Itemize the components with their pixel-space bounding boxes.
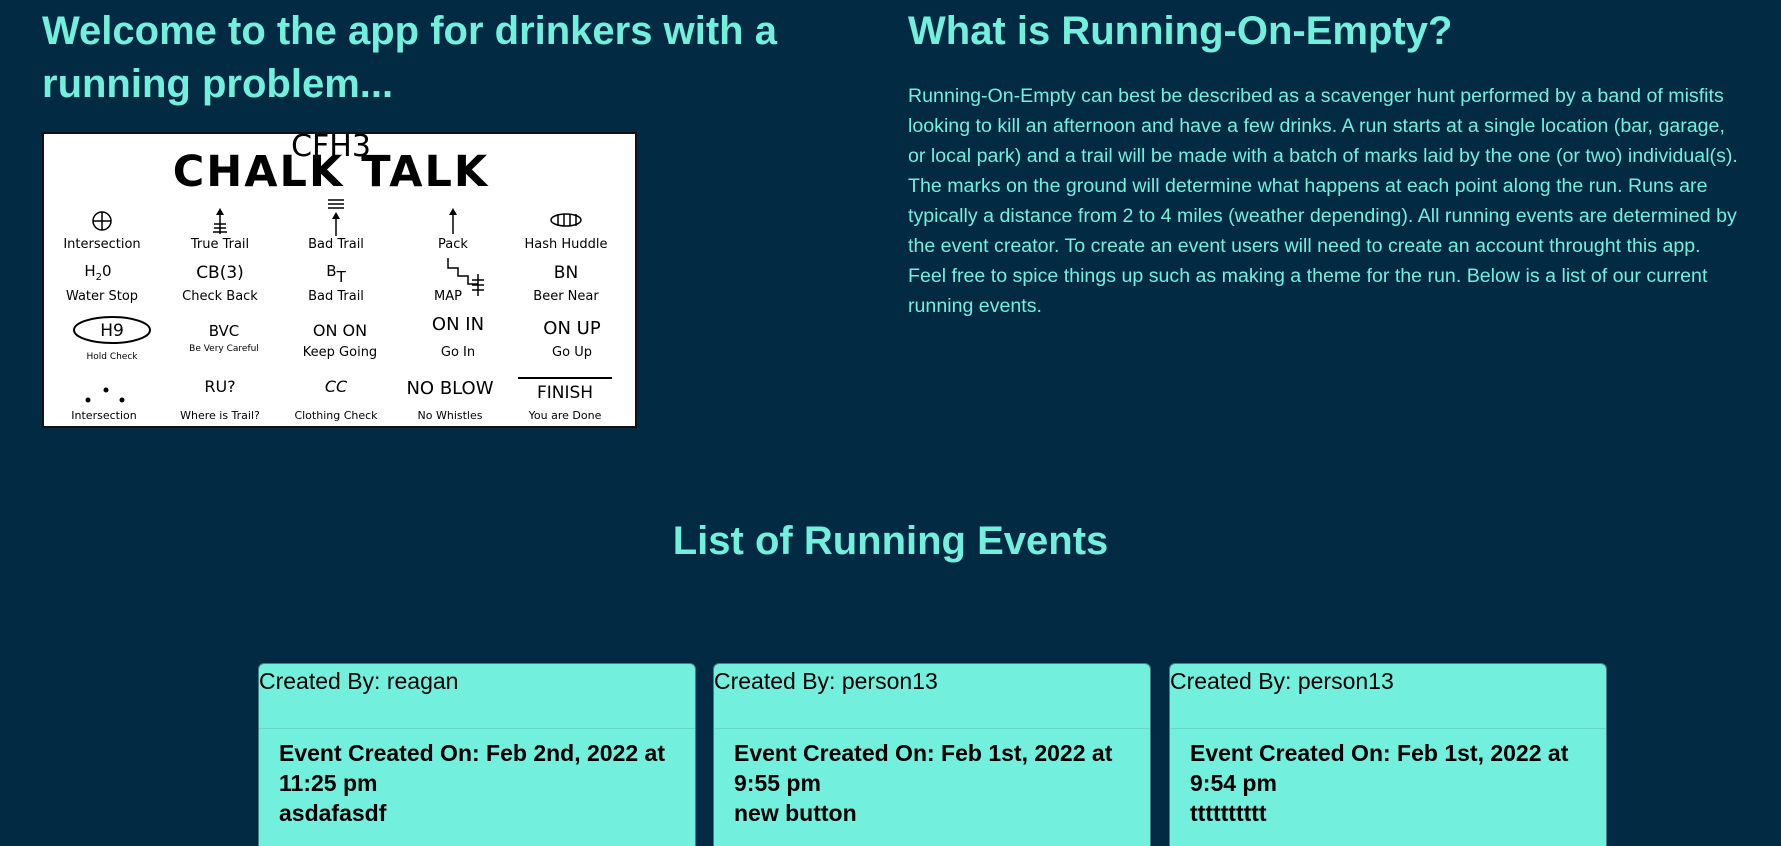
mark-symbol: BT xyxy=(326,262,346,286)
card-event-name: tttttttttt xyxy=(1190,800,1267,826)
mark-label: Keep Going xyxy=(303,345,377,360)
mark-label: No Whistles xyxy=(418,409,483,422)
mark-symbol: BVC xyxy=(209,322,240,340)
card-created-on: Event Created On: Feb 2nd, 2022 at 11:25… xyxy=(279,740,666,796)
mark-label: Go Up xyxy=(552,345,592,360)
chalk-title: CHALK TALK xyxy=(173,147,490,197)
chalk-talk-image: CFH3 CHALK TALK Intersection True Trail … xyxy=(42,129,637,428)
mark-symbol: H20 xyxy=(84,262,111,283)
mark-symbol: NO BLOW xyxy=(406,378,493,399)
mark-label: MAP xyxy=(434,289,462,304)
mark-symbol: BN xyxy=(554,263,578,283)
mark-symbol: ON UP xyxy=(543,318,601,339)
events-title: List of Running Events xyxy=(672,519,1109,563)
mark-label: Check Back xyxy=(182,289,258,304)
welcome-title: Welcome to the app for drinkers with a r… xyxy=(42,9,777,106)
mark-label: Bad Trail xyxy=(308,237,364,252)
mark-symbol: H9 xyxy=(100,321,124,341)
page: Welcome to the app for drinkers with a r… xyxy=(0,0,1781,846)
card-event-name: new button xyxy=(734,800,857,826)
mark-symbol: RU? xyxy=(204,377,235,396)
welcome-section: Welcome to the app for drinkers with a r… xyxy=(42,0,862,428)
mark-label: Pack xyxy=(438,237,468,252)
card-body: Event Created On: Feb 1st, 2022 at 9:55 … xyxy=(714,664,1150,828)
mark-symbol: CB(3) xyxy=(196,263,244,283)
card-created-on: Event Created On: Feb 1st, 2022 at 9:54 … xyxy=(1190,740,1569,796)
mark-label: Be Very Careful xyxy=(189,344,259,354)
mark-label: Go In xyxy=(441,345,475,360)
mark-label: Hold Check xyxy=(86,352,138,362)
mark-label: Where is Trail? xyxy=(180,409,260,422)
event-card[interactable]: Created By: person13 Event Created On: F… xyxy=(713,663,1151,846)
event-card[interactable]: Created By: reagan Event Created On: Feb… xyxy=(258,663,696,846)
about-title: What is Running-On-Empty? xyxy=(908,9,1453,53)
about-description: Running-On-Empty can best be described a… xyxy=(908,85,1738,317)
mark-label: Clothing Check xyxy=(294,409,378,422)
mark-symbol: CC xyxy=(325,377,348,396)
mark-label: Hash Huddle xyxy=(524,237,607,252)
mark-label: Bad Trail xyxy=(308,289,364,304)
mark-label: Intersection xyxy=(63,237,140,252)
card-created-on: Event Created On: Feb 1st, 2022 at 9:55 … xyxy=(734,740,1113,796)
about-section: What is Running-On-Empty? Running-On-Emp… xyxy=(908,0,1738,321)
mark-symbol: FINISH xyxy=(537,383,593,403)
card-body: Event Created On: Feb 2nd, 2022 at 11:25… xyxy=(259,664,695,828)
mark-label: Intersection xyxy=(71,409,136,422)
mark-symbol: ON IN xyxy=(432,314,484,335)
event-card[interactable]: Created By: person13 Event Created On: F… xyxy=(1169,663,1607,846)
card-event-name: asdafasdf xyxy=(279,800,387,826)
mark-label: True Trail xyxy=(190,237,249,252)
mark-symbol: ON ON xyxy=(313,321,367,340)
mark-label: Water Stop xyxy=(66,289,138,304)
mark-label: You are Done xyxy=(528,409,602,422)
mark-label: Beer Near xyxy=(533,289,599,304)
card-body: Event Created On: Feb 1st, 2022 at 9:54 … xyxy=(1170,664,1606,828)
